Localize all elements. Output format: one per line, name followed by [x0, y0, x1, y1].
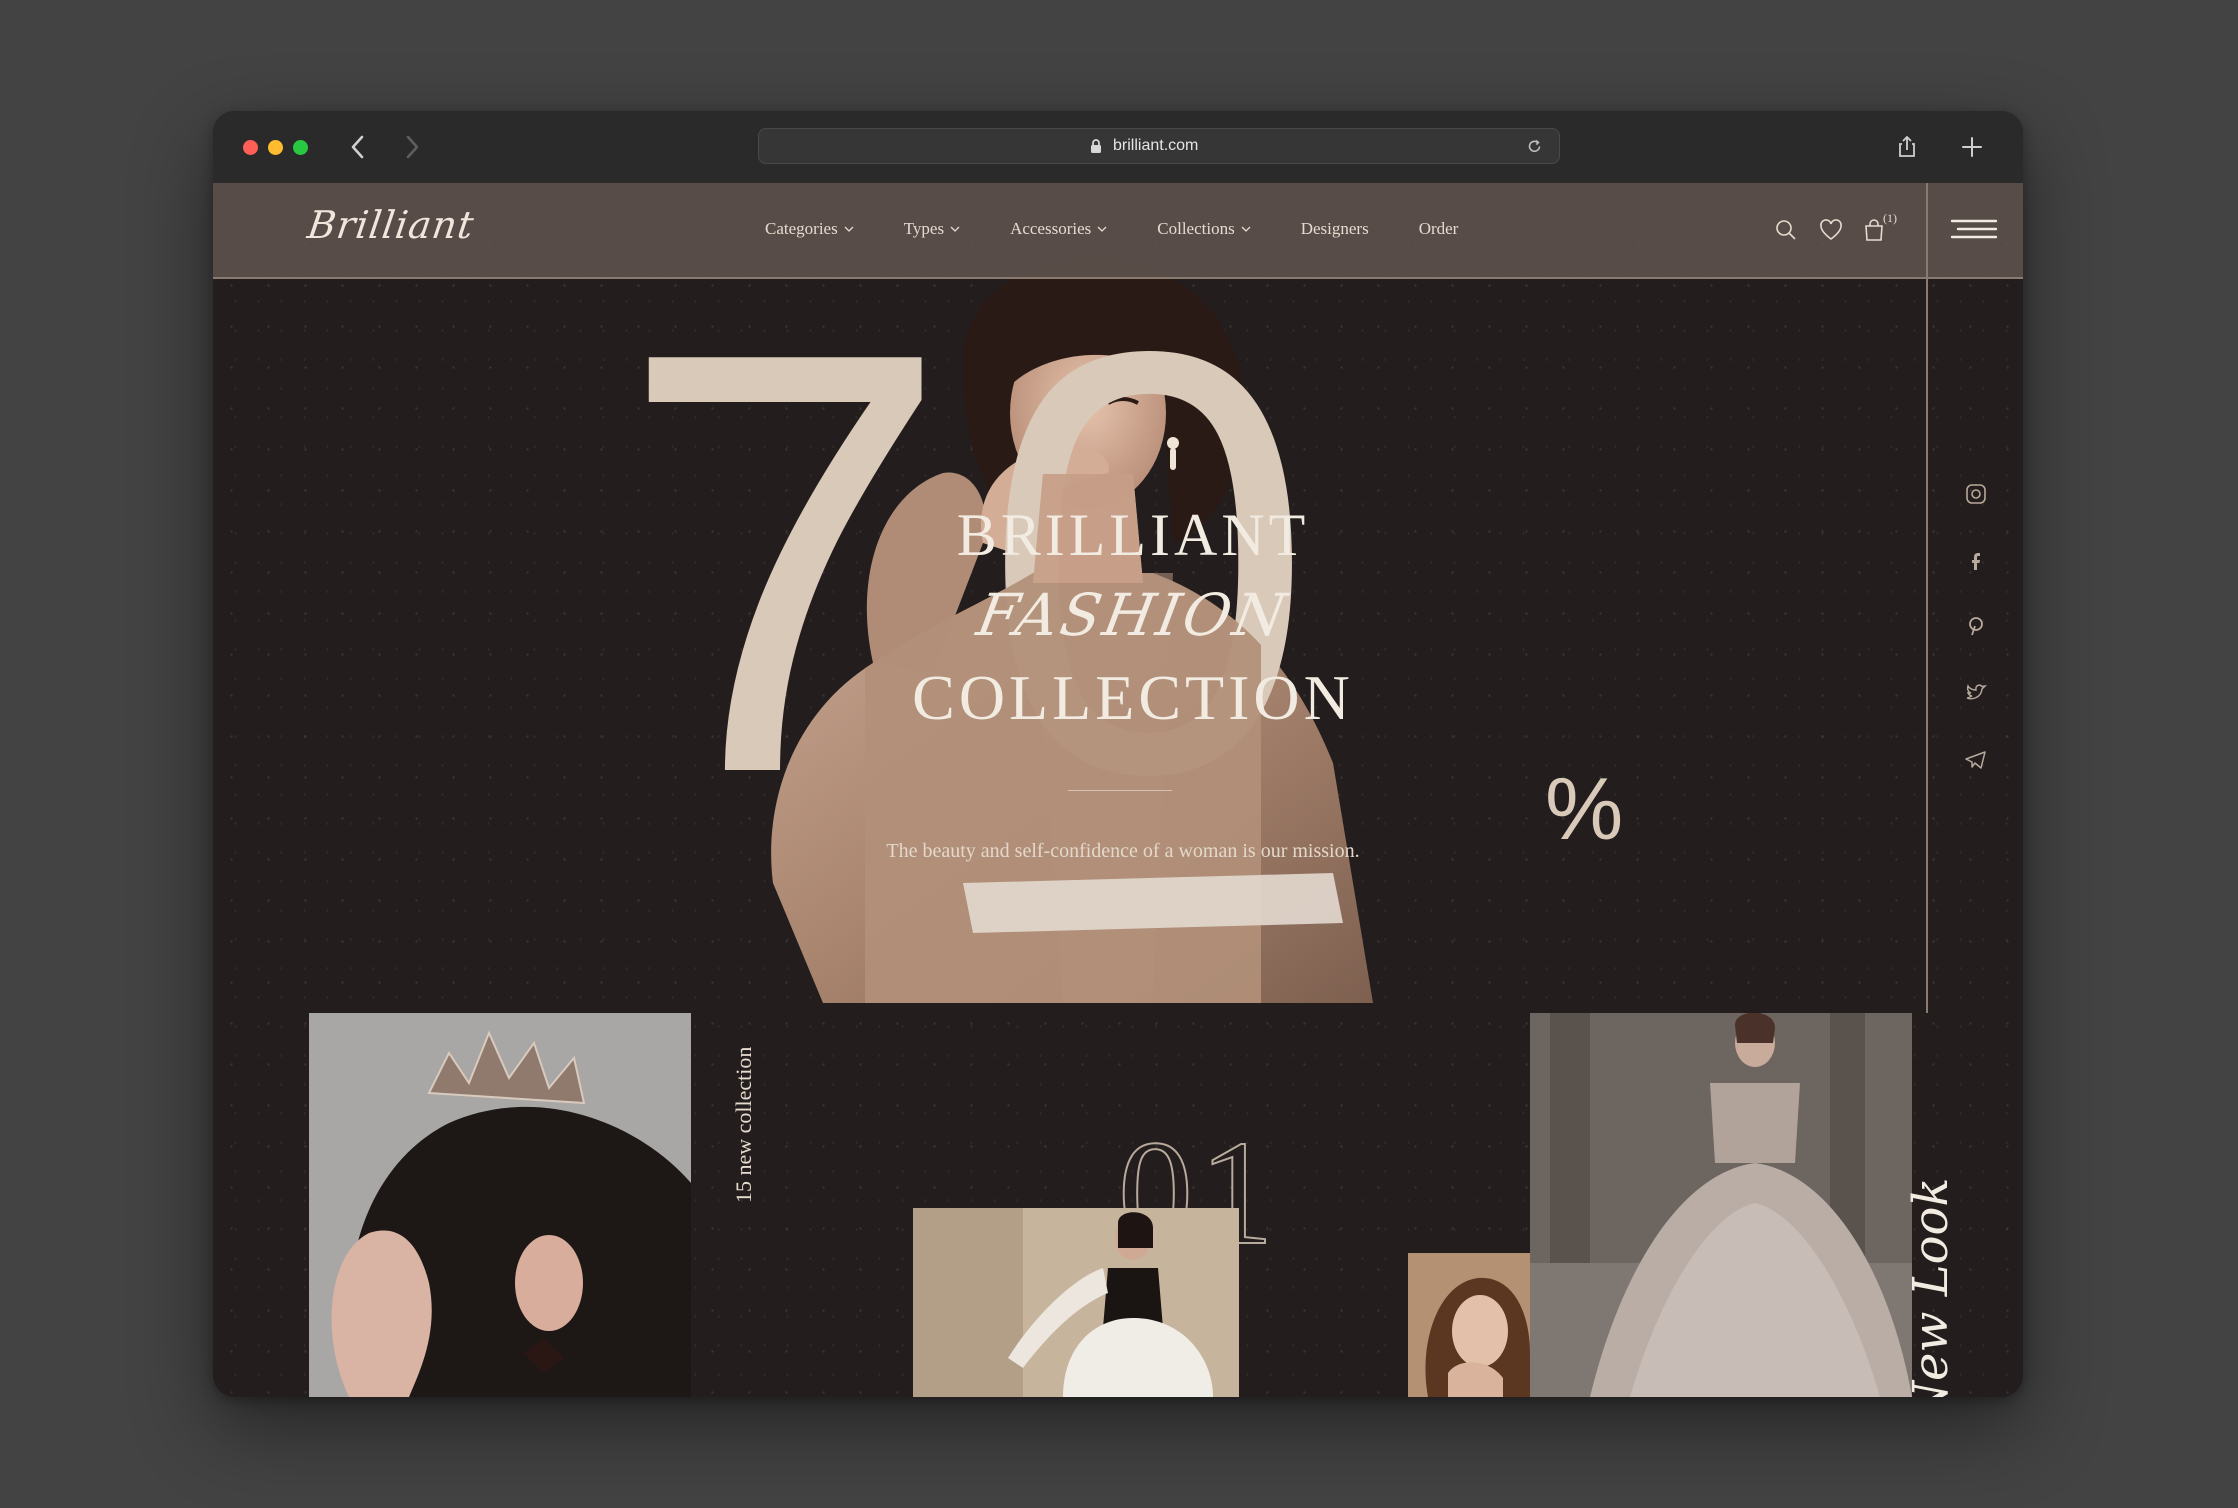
new-collection-label: 15 new collection: [731, 1046, 756, 1203]
hamburger-menu-icon[interactable]: [1950, 217, 1998, 241]
reload-icon[interactable]: [1526, 138, 1543, 155]
new-tab-button[interactable]: [1958, 133, 1986, 161]
gallery-photo-dress[interactable]: [913, 1208, 1239, 1397]
chevron-down-icon: [1241, 226, 1251, 232]
gallery-photo-gown[interactable]: [1530, 1013, 1912, 1397]
close-window-button[interactable]: [243, 140, 258, 155]
lock-icon: [1091, 139, 1101, 153]
maximize-window-button[interactable]: [293, 140, 308, 155]
title-divider: [1068, 790, 1172, 791]
nav-order[interactable]: Order: [1419, 219, 1459, 239]
new-look-script: New Look: [1903, 1177, 1959, 1397]
chevron-down-icon: [1097, 226, 1107, 232]
hero-title-line-1: BRILLIANT: [956, 502, 1310, 568]
telegram-icon: [1965, 751, 1986, 769]
telegram-link[interactable]: [1963, 747, 1989, 773]
gallery-photo-portrait[interactable]: [1408, 1253, 1530, 1397]
web-page: 70 % BRILLIANT FASHION COLLECTION The be…: [213, 183, 2023, 1397]
browser-toolbar: brilliant.com: [213, 111, 2023, 184]
search-icon: [1776, 220, 1796, 240]
nav-designers[interactable]: Designers: [1301, 219, 1369, 239]
nav-accessories[interactable]: Accessories: [1010, 219, 1107, 239]
gallery-photo-tiara[interactable]: [309, 1013, 691, 1397]
hero-tagline: The beauty and self-confidence of a woma…: [886, 840, 1360, 862]
chevron-left-icon: [351, 135, 364, 159]
wishlist-button[interactable]: [1818, 217, 1844, 243]
heart-icon: [1820, 219, 1842, 241]
twitter-link[interactable]: [1963, 680, 1989, 706]
minimize-window-button[interactable]: [268, 140, 283, 155]
instagram-icon: [1966, 484, 1986, 504]
hero-title-line-3: COLLECTION: [912, 662, 1354, 733]
percent-sign: %: [1545, 759, 1624, 858]
nav-types[interactable]: Types: [904, 219, 960, 239]
hero-title-line-2: FASHION: [972, 581, 1294, 649]
chevron-right-icon: [406, 135, 419, 159]
pinterest-link[interactable]: [1963, 613, 1989, 639]
browser-window: brilliant.com 70 % BRILLIANT FASHION COL…: [213, 111, 2023, 1397]
nav-collections[interactable]: Collections: [1157, 219, 1251, 239]
forward-button[interactable]: [397, 129, 427, 165]
sidebar-divider: [1926, 183, 1928, 1013]
chevron-down-icon: [844, 226, 854, 232]
facebook-icon: [1972, 553, 1980, 570]
pinterest-icon: [1969, 617, 1983, 636]
facebook-link[interactable]: [1963, 548, 1989, 574]
address-bar[interactable]: brilliant.com: [758, 128, 1560, 164]
share-button[interactable]: [1893, 133, 1921, 161]
site-logo[interactable]: Brilliant: [305, 203, 477, 247]
instagram-link[interactable]: [1963, 481, 1989, 507]
back-button[interactable]: [343, 129, 373, 165]
chevron-down-icon: [950, 226, 960, 232]
url-text: brilliant.com: [1113, 137, 1199, 154]
plus-icon: [1962, 137, 1982, 157]
search-button[interactable]: [1773, 217, 1799, 243]
main-nav: Categories Types Accessories Collections…: [765, 219, 1508, 239]
twitter-icon: [1966, 684, 1988, 700]
nav-categories[interactable]: Categories: [765, 219, 854, 239]
site-header: Brilliant Categories Types Accessories C…: [213, 183, 2023, 279]
cart-count: (1): [1883, 211, 1897, 225]
share-icon: [1899, 135, 1915, 157]
